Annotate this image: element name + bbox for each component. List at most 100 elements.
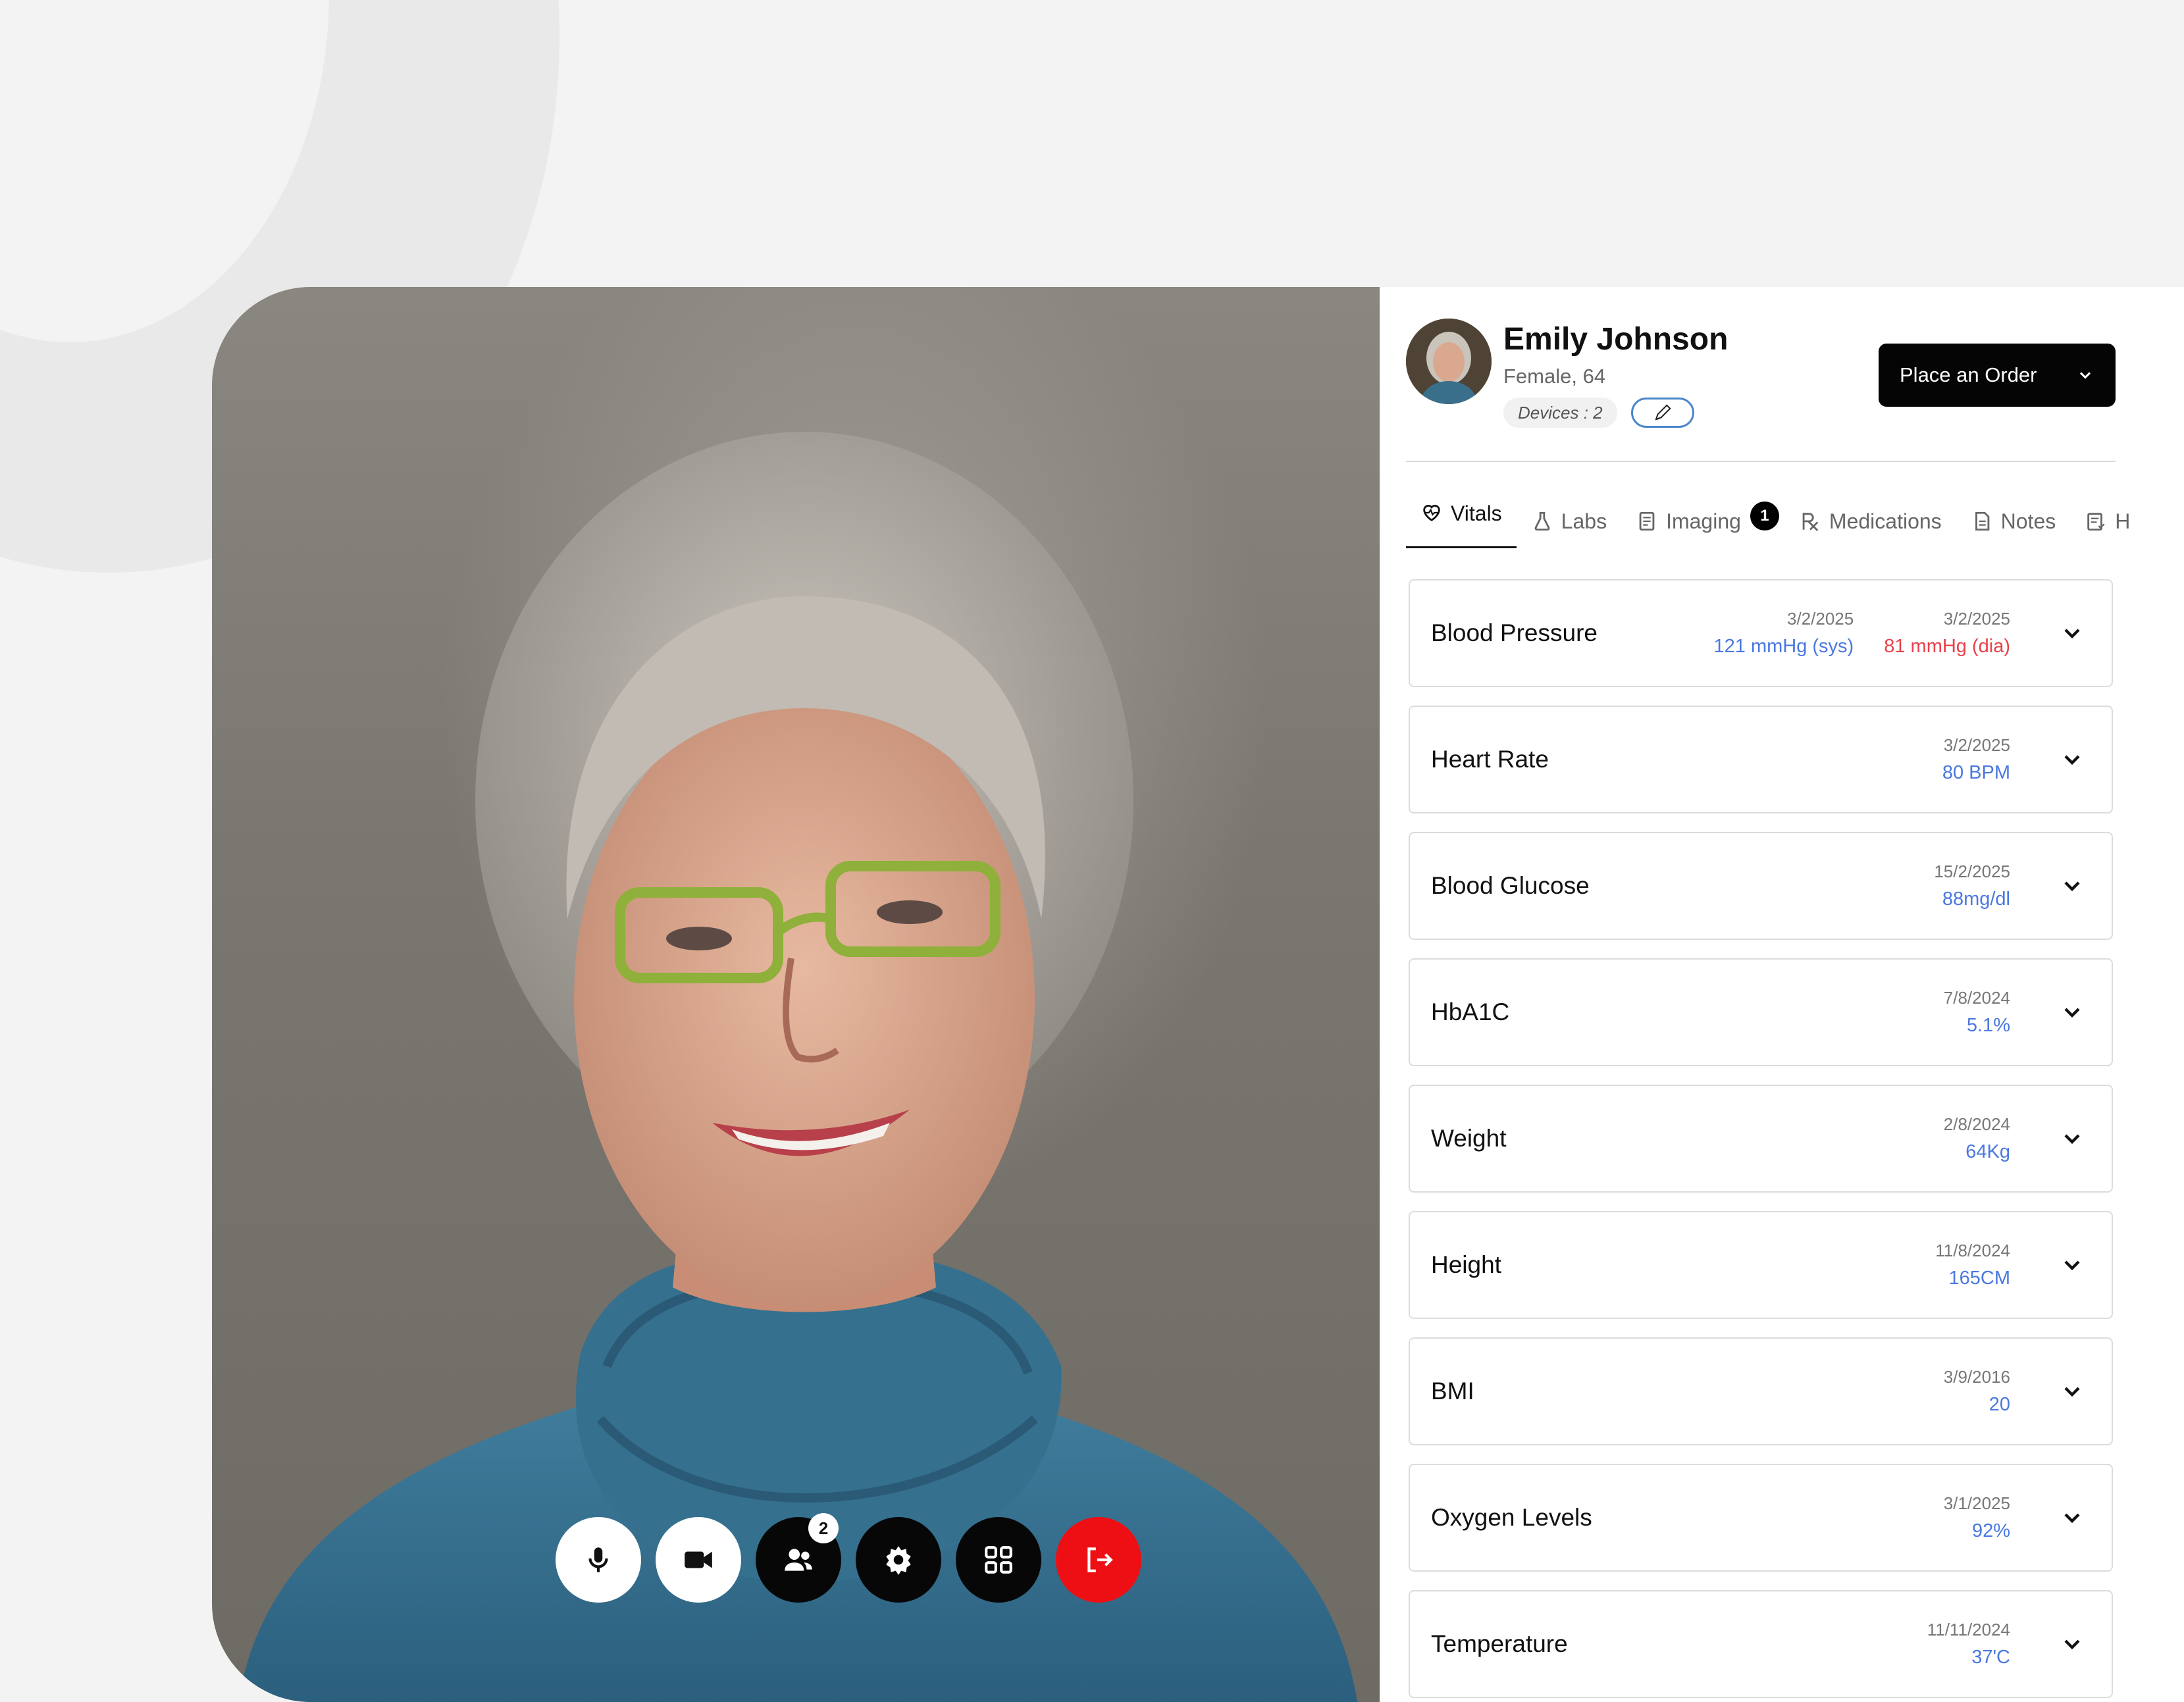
reading-date: 11/8/2024 bbox=[1935, 1241, 2010, 1260]
vital-card-weight[interactable]: Weight 2/8/2024 64Kg bbox=[1409, 1085, 2113, 1193]
vital-name: Weight bbox=[1431, 1125, 1507, 1152]
vital-name: Blood Pressure bbox=[1431, 619, 1598, 646]
chevron-down-icon[interactable] bbox=[2059, 999, 2085, 1025]
settings-button[interactable] bbox=[856, 1517, 941, 1603]
vital-reading: 11/8/2024 165CM bbox=[1935, 1239, 2010, 1294]
vital-reading: 3/1/2025 92% bbox=[1944, 1491, 2010, 1547]
tab-label: Labs bbox=[1561, 509, 1607, 533]
vital-card-blood-pressure[interactable]: Blood Pressure 3/2/2025 121 mmHg (sys) 3… bbox=[1409, 579, 2113, 687]
settings-icon bbox=[886, 1546, 911, 1575]
video-camera-icon bbox=[685, 1551, 712, 1568]
tab-notes[interactable]: Notes bbox=[1956, 502, 2071, 541]
participants-icon bbox=[785, 1549, 812, 1571]
vital-readings: 7/8/2024 5.1% bbox=[1944, 986, 2010, 1041]
chevron-down-icon[interactable] bbox=[2059, 1505, 2085, 1531]
vital-reading: 3/2/2025 80 BPM bbox=[1942, 733, 2010, 788]
participants-count-badge: 2 bbox=[808, 1513, 839, 1543]
vital-readings: 15/2/2025 88mg/dl bbox=[1934, 860, 2010, 915]
tab-imaging[interactable]: Imaging bbox=[1621, 502, 1755, 541]
vital-readings: 3/2/2025 80 BPM bbox=[1942, 733, 2010, 788]
vital-readings: 11/8/2024 165CM bbox=[1935, 1239, 2010, 1294]
heart-pulse-icon bbox=[1423, 505, 1440, 522]
reading-value: 165CM bbox=[1948, 1268, 2011, 1289]
notes-icon bbox=[1975, 511, 1989, 531]
vital-name: HbA1C bbox=[1431, 998, 1510, 1025]
microphone-icon bbox=[588, 1547, 608, 1572]
header-divider bbox=[1406, 461, 2116, 462]
chevron-down-icon[interactable] bbox=[2059, 1378, 2085, 1405]
chevron-down-icon[interactable] bbox=[2059, 1125, 2085, 1152]
vital-card-blood-glucose[interactable]: Blood Glucose 15/2/2025 88mg/dl bbox=[1409, 832, 2113, 940]
document-icon bbox=[1639, 511, 1655, 531]
reading-value: 92% bbox=[1971, 1520, 2010, 1541]
vital-card-hba1c[interactable]: HbA1C 7/8/2024 5.1% bbox=[1409, 958, 2113, 1066]
tab-label: H bbox=[2115, 509, 2131, 533]
devices-badge: Devices : 2 bbox=[1503, 398, 1617, 428]
reading-value: 64Kg bbox=[1965, 1141, 2010, 1162]
participants-button[interactable]: 2 bbox=[756, 1513, 841, 1603]
reading-date: 7/8/2024 bbox=[1943, 988, 2010, 1008]
chevron-down-icon[interactable] bbox=[2059, 746, 2085, 773]
vital-card-heart-rate[interactable]: Heart Rate 3/2/2025 80 BPM bbox=[1409, 706, 2113, 813]
chevron-down-icon[interactable] bbox=[2059, 620, 2085, 646]
chevron-down-icon[interactable] bbox=[2059, 873, 2085, 899]
vital-name: Heart Rate bbox=[1431, 746, 1549, 773]
vital-card-oxygen-levels[interactable]: Oxygen Levels 3/1/2025 92% bbox=[1409, 1464, 2113, 1572]
vital-readings: 3/2/2025 121 mmHg (sys) 3/2/2025 81 mmHg… bbox=[1714, 607, 2010, 662]
vital-name: Height bbox=[1431, 1251, 1501, 1278]
vital-reading: 11/11/2024 37'C bbox=[1927, 1618, 2010, 1673]
vital-card-height[interactable]: Height 11/8/2024 165CM bbox=[1409, 1211, 2113, 1319]
leave-call-button[interactable] bbox=[1056, 1517, 1141, 1603]
layout-button[interactable] bbox=[956, 1517, 1041, 1603]
patient-panel: Emily Johnson Female, 64 Devices : 2 Pla… bbox=[1380, 287, 2184, 1702]
reading-date: 3/1/2025 bbox=[1943, 1493, 2010, 1513]
call-controls: 2 bbox=[556, 1513, 1141, 1604]
vital-readings: 3/9/2016 20 bbox=[1944, 1365, 2010, 1420]
leave-call-icon bbox=[1087, 1547, 1113, 1572]
tab-history[interactable]: H bbox=[2070, 502, 2145, 541]
reading-date: 3/2/2025 bbox=[1787, 609, 1854, 629]
reading-date: 3/2/2025 bbox=[1943, 735, 2010, 755]
reading-date: 3/2/2025 bbox=[1943, 609, 2010, 629]
chevron-down-icon bbox=[2079, 372, 2091, 379]
reading-value: 81 mmHg (dia) bbox=[1884, 636, 2010, 657]
reading-value: 20 bbox=[1989, 1394, 2010, 1415]
chevron-down-icon[interactable] bbox=[2059, 1252, 2085, 1278]
reading-date: 3/9/2016 bbox=[1943, 1367, 2010, 1387]
vital-card-temperature[interactable]: Temperature 11/11/2024 37'C bbox=[1409, 1590, 2113, 1698]
vital-readings: 2/8/2024 64Kg bbox=[1944, 1112, 2010, 1168]
vital-name: Blood Glucose bbox=[1431, 872, 1590, 899]
imaging-count-badge: 1 bbox=[1750, 502, 1779, 530]
vital-card-bmi[interactable]: BMI 3/9/2016 20 bbox=[1409, 1337, 2113, 1445]
tab-medications[interactable]: Medications bbox=[1784, 502, 1956, 541]
avatar bbox=[1406, 319, 1492, 404]
patient-avatar-image bbox=[1406, 319, 1492, 404]
reading-value: 80 BPM bbox=[1942, 762, 2010, 783]
vital-name: BMI bbox=[1431, 1378, 1474, 1405]
tab-label: Notes bbox=[2000, 509, 2056, 533]
vital-reading: 15/2/2025 88mg/dl bbox=[1934, 860, 2010, 915]
reading-date: 15/2/2025 bbox=[1934, 862, 2010, 881]
vitals-list: Blood Pressure 3/2/2025 121 mmHg (sys) 3… bbox=[1409, 579, 2113, 1702]
vital-reading: 3/9/2016 20 bbox=[1944, 1365, 2010, 1420]
vital-reading: 3/2/2025 81 mmHg (dia) bbox=[1884, 607, 2010, 662]
vital-name: Temperature bbox=[1431, 1630, 1568, 1657]
grid-layout-icon bbox=[985, 1546, 1012, 1574]
tab-vitals[interactable]: Vitals bbox=[1406, 492, 1517, 548]
tab-bar: Vitals Labs Imaging 1 Medications Notes … bbox=[1406, 502, 2145, 561]
flask-icon bbox=[1534, 511, 1550, 531]
rx-icon bbox=[1802, 513, 1819, 532]
chevron-down-icon[interactable] bbox=[2059, 1631, 2085, 1657]
vital-readings: 11/11/2024 37'C bbox=[1927, 1618, 2010, 1673]
patient-video-portrait bbox=[238, 432, 1357, 1702]
place-order-label: Place an Order bbox=[1900, 363, 2037, 386]
edit-patient-button[interactable] bbox=[1631, 398, 1694, 428]
reading-value: 37'C bbox=[1971, 1647, 2010, 1668]
place-order-button[interactable]: Place an Order bbox=[1879, 344, 2116, 407]
reading-value: 5.1% bbox=[1966, 1015, 2010, 1036]
tab-labs[interactable]: Labs bbox=[1517, 502, 1621, 541]
tab-label: Vitals bbox=[1451, 502, 1502, 525]
microphone-button[interactable] bbox=[556, 1517, 641, 1603]
camera-button[interactable] bbox=[656, 1517, 741, 1603]
patient-name: Emily Johnson bbox=[1503, 322, 1729, 357]
